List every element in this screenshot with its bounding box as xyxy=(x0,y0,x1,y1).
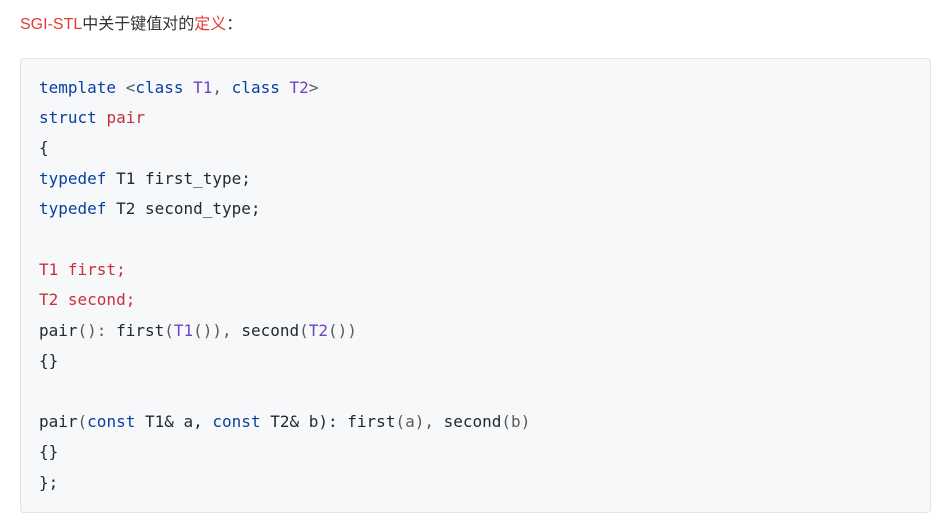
code-line: struct pair xyxy=(39,108,145,127)
code-line: T1 first; xyxy=(39,260,126,279)
tok-punct: ()) xyxy=(328,321,357,340)
tok-plain: second xyxy=(241,321,299,340)
heading-part-colon: ： xyxy=(226,16,242,33)
tok-keyword: class xyxy=(232,78,280,97)
tok-plain: first xyxy=(347,412,395,431)
code-line: template <class T1, class T2> xyxy=(39,78,318,97)
tok-name: pair xyxy=(106,108,145,127)
tok-punct: ()), xyxy=(193,321,241,340)
tok-plain: second xyxy=(444,412,502,431)
tok-type: T1 xyxy=(193,78,212,97)
code-line: typedef T1 first_type; xyxy=(39,169,251,188)
tok-keyword: template xyxy=(39,78,116,97)
code-line: typedef T2 second_type; xyxy=(39,199,261,218)
tok-plain: first xyxy=(116,321,164,340)
tok-plain: T2& b): xyxy=(261,412,348,431)
tok-plain: pair xyxy=(39,321,78,340)
code-block: template <class T1, class T2> struct pai… xyxy=(20,58,931,513)
code-line: { xyxy=(39,138,49,157)
tok-punct: (b) xyxy=(501,412,530,431)
tok-type: T2 xyxy=(289,78,308,97)
tok-punct: ( xyxy=(299,321,309,340)
tok-plain: T1& a, xyxy=(135,412,212,431)
tok-plain xyxy=(97,108,107,127)
tok-punct: ( xyxy=(78,412,88,431)
tok-punct: , xyxy=(212,78,231,97)
tok-plain: T2 second_type; xyxy=(106,199,260,218)
tok-plain xyxy=(184,78,194,97)
code-line: pair(): first(T1()), second(T2()) xyxy=(39,321,357,340)
tok-keyword: const xyxy=(212,412,260,431)
tok-plain: }; xyxy=(39,473,58,492)
code-line: {} xyxy=(39,351,58,370)
tok-keyword: typedef xyxy=(39,169,106,188)
code-line: }; xyxy=(39,473,58,492)
section-heading: SGI-STL中关于键值对的定义： xyxy=(20,12,931,38)
tok-punct: < xyxy=(116,78,135,97)
code-line: {} xyxy=(39,442,58,461)
tok-punct: ( xyxy=(164,321,174,340)
tok-punct: (): xyxy=(78,321,117,340)
code-line: pair(const T1& a, const T2& b): first(a)… xyxy=(39,412,530,431)
heading-part-sgi: SGI-STL xyxy=(20,16,82,33)
tok-type: T1 xyxy=(174,321,193,340)
tok-plain: {} xyxy=(39,351,58,370)
heading-part-def: 定义 xyxy=(194,16,226,33)
tok-type: T2 xyxy=(309,321,328,340)
tok-plain: pair xyxy=(39,412,78,431)
tok-plain: T1 first_type; xyxy=(106,169,251,188)
tok-keyword: class xyxy=(135,78,183,97)
tok-name: T2 second; xyxy=(39,290,135,309)
heading-part-mid: 中关于键值对的 xyxy=(82,16,194,33)
tok-keyword: struct xyxy=(39,108,97,127)
tok-keyword: const xyxy=(87,412,135,431)
tok-keyword: typedef xyxy=(39,199,106,218)
code-line: T2 second; xyxy=(39,290,135,309)
tok-plain: { xyxy=(39,138,49,157)
tok-name: T1 first; xyxy=(39,260,126,279)
tok-plain: {} xyxy=(39,442,58,461)
tok-punct: > xyxy=(309,78,319,97)
tok-punct: (a), xyxy=(395,412,443,431)
